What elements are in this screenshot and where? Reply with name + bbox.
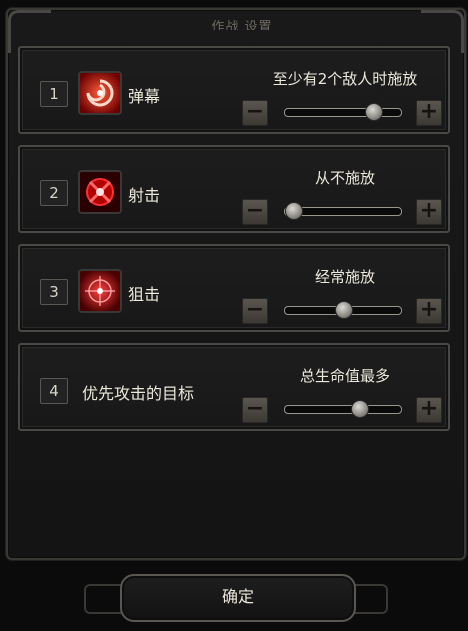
row-index: 4 — [40, 378, 68, 404]
skill-name: 弹幕 — [128, 87, 161, 106]
row-index: 3 — [40, 279, 68, 305]
increase-button[interactable]: + — [416, 100, 442, 126]
increase-button[interactable]: + — [416, 397, 442, 423]
crosshair-skill-icon — [78, 170, 122, 214]
condition-slider[interactable] — [284, 103, 402, 121]
target-condition: 总生命值最多 — [299, 367, 390, 385]
row-index: 1 — [40, 81, 68, 107]
decrease-button[interactable]: − — [242, 100, 268, 126]
target-priority-label: 优先攻击的目标 — [82, 384, 195, 403]
decrease-button[interactable]: − — [242, 397, 268, 423]
condition-slider[interactable] — [284, 301, 402, 319]
skill-name: 狙击 — [128, 285, 161, 304]
cast-condition: 经常施放 — [314, 268, 375, 286]
condition-slider[interactable] — [284, 202, 402, 220]
scope-skill-icon — [78, 269, 122, 313]
skill-row-3: 3 狙击 经常施放 − + — [18, 244, 450, 332]
decrease-button[interactable]: − — [242, 199, 268, 225]
dialog-title: 作战 设置 — [211, 20, 273, 30]
increase-button[interactable]: + — [416, 298, 442, 324]
decrease-button[interactable]: − — [242, 298, 268, 324]
cast-condition: 至少有2个敌人时施放 — [272, 70, 418, 88]
confirm-button[interactable]: 确定 — [120, 574, 356, 622]
target-slider[interactable] — [284, 400, 402, 418]
slider-thumb[interactable] — [335, 301, 353, 319]
increase-button[interactable]: + — [416, 199, 442, 225]
row-index: 2 — [40, 180, 68, 206]
target-priority-row: 4 优先攻击的目标 总生命值最多 − + — [18, 343, 450, 431]
skill-row-1: 1 弹幕 至少有2个敌人时施放 − + — [18, 46, 450, 134]
slider-thumb[interactable] — [365, 103, 383, 121]
skill-row-2: 2 射击 从不施放 − + — [18, 145, 450, 233]
slider-thumb[interactable] — [285, 202, 303, 220]
skill-name: 射击 — [128, 186, 161, 205]
cast-condition: 从不施放 — [314, 169, 375, 187]
slider-thumb[interactable] — [351, 400, 369, 418]
swirl-skill-icon — [78, 71, 122, 115]
